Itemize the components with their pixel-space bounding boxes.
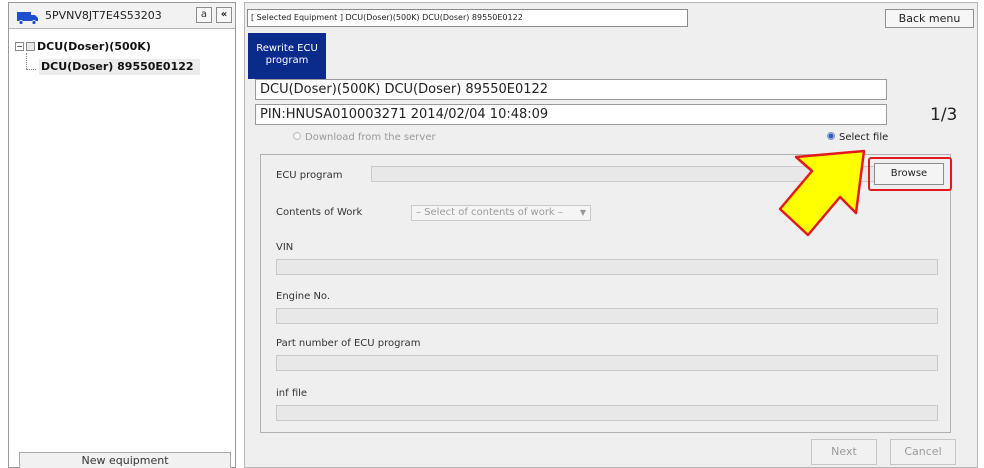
- truck-icon: [17, 12, 38, 25]
- equipment-tree: − DCU(Doser)(500K): [15, 39, 151, 58]
- tree-connector: [26, 53, 27, 69]
- step-indicator: 1/3: [930, 105, 958, 125]
- tree-node-icon: [26, 42, 35, 51]
- main-panel: [ Selected Equipment ] DCU(Doser)(500K) …: [244, 2, 978, 468]
- download-from-server-radio[interactable]: Download from the server: [293, 132, 436, 143]
- tree-root-label: DCU(Doser)(500K): [37, 40, 151, 53]
- engine-no-label: Engine No.: [276, 291, 331, 302]
- inf-file-field: [276, 405, 938, 421]
- ecu-program-form: ECU program Browse Contents of Work – Se…: [260, 154, 952, 433]
- part-number-label: Part number of ECU program: [276, 338, 421, 349]
- selected-equipment-bar: [ Selected Equipment ] DCU(Doser)(500K) …: [247, 9, 688, 27]
- tree-collapse-icon[interactable]: −: [15, 42, 24, 51]
- part-number-field: [276, 355, 938, 371]
- ecu-program-field: [371, 166, 916, 182]
- vin-label: VIN: [276, 242, 294, 253]
- chevron-down-icon: ▼: [579, 208, 586, 217]
- a-button[interactable]: a: [196, 7, 212, 23]
- select-file-radio[interactable]: Select file: [827, 132, 888, 143]
- collapse-panel-button[interactable]: «: [216, 7, 232, 23]
- back-menu-button[interactable]: Back menu: [885, 9, 974, 28]
- tree-item-selected[interactable]: DCU(Doser) 89550E0122: [39, 59, 200, 75]
- radio-unselected-icon[interactable]: [293, 132, 301, 140]
- contents-of-work-select[interactable]: – Select of contents of work – ▼: [411, 205, 591, 221]
- select-file-label: Select file: [839, 132, 889, 143]
- contents-of-work-value: – Select of contents of work –: [416, 207, 563, 218]
- equipment-name-display: DCU(Doser)(500K) DCU(Doser) 89550E0122: [255, 79, 887, 100]
- engine-no-field: [276, 308, 938, 324]
- new-equipment-button[interactable]: New equipment: [19, 452, 231, 468]
- tree-connector: [26, 69, 36, 70]
- radio-selected-icon[interactable]: [827, 132, 835, 140]
- browse-button[interactable]: Browse: [874, 163, 944, 185]
- next-button[interactable]: Next: [811, 439, 877, 465]
- tab-label-line2: program: [265, 55, 309, 66]
- download-from-server-label: Download from the server: [305, 132, 436, 143]
- equipment-serial: 5PVNV8JT7E4S53203: [45, 9, 162, 22]
- ecu-program-label: ECU program: [276, 170, 343, 181]
- inf-file-label: inf file: [276, 388, 308, 399]
- vin-field: [276, 259, 938, 275]
- tab-label-line1: Rewrite ECU: [256, 43, 318, 54]
- equipment-header: 5PVNV8JT7E4S53203 a «: [9, 3, 235, 29]
- equipment-panel: 5PVNV8JT7E4S53203 a « − DCU(Doser)(500K)…: [8, 2, 236, 468]
- pin-display: PIN:HNUSA010003271 2014/02/04 10:48:09: [255, 104, 887, 125]
- tab-rewrite-ecu-program[interactable]: Rewrite ECU program: [248, 33, 326, 79]
- contents-of-work-label: Contents of Work: [276, 207, 363, 218]
- cancel-button[interactable]: Cancel: [890, 439, 956, 465]
- tree-item-root[interactable]: − DCU(Doser)(500K): [15, 39, 151, 58]
